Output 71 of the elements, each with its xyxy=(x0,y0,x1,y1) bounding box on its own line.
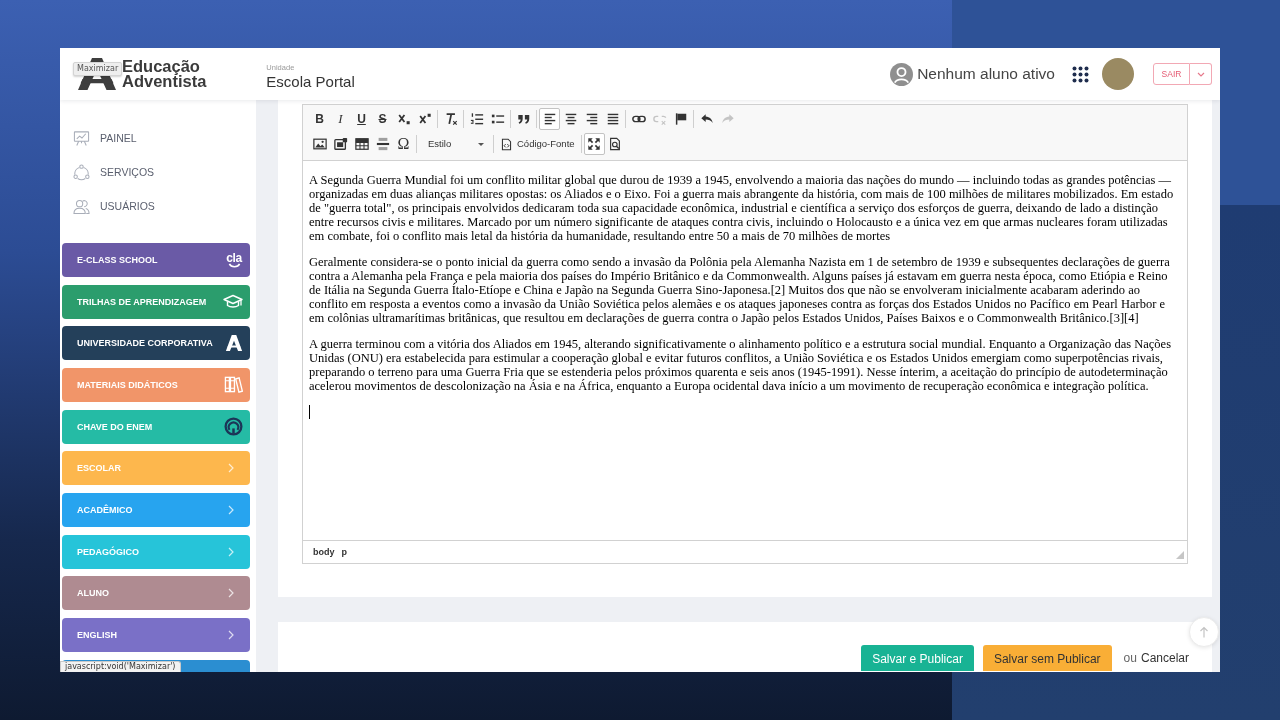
code-file-icon xyxy=(500,137,513,151)
books-icon xyxy=(224,375,243,395)
maximize-button[interactable] xyxy=(583,133,605,155)
path-item[interactable]: body xyxy=(313,546,335,558)
sidebar-link[interactable]: SERVIÇOS xyxy=(60,155,155,189)
sidebar-link[interactable]: USUÁRIOS xyxy=(60,189,155,223)
subscript-icon xyxy=(396,112,411,126)
style-dropdown[interactable]: Estilo xyxy=(419,133,491,155)
tooltip: Maximizar xyxy=(73,62,123,76)
bold-button[interactable]: B xyxy=(309,108,330,130)
or-text: ou xyxy=(1123,651,1137,665)
apps-grid-icon[interactable] xyxy=(1072,65,1089,83)
align-right-icon xyxy=(584,112,599,126)
student-status: Nenhum aluno ativo xyxy=(917,64,1055,84)
horizontal-rule-icon xyxy=(375,137,390,151)
paragraph: A guerra terminou com a vitória dos Aliados em 1945, alterando significativamente o alinhamento político e a estrutura social mundial. Enquanto a Organização das Nações Unidas (ONU) era estabelecida para estimular a cooperação global e evitar futuros conflitos, a União Soviética e os Estados Unidos emergiam como superpotências rivais, preparando o terreno para uma Guerra Fria que se estenderia pelos próximos quarenta e seis anos (1945-1991). Nesse ínterim, a aceitação do princípio de autodeterminação acelerou movimentos de descolonização na Ásia e na África, enquanto a Europa ocidental dava início a um movimento de recuperação econômica e integração política. xyxy=(309,337,1172,393)
sidebar-menu-item[interactable]: UNIVERSIDADE CORPORATIVA xyxy=(62,326,250,361)
align-left-icon xyxy=(542,112,557,126)
path-item[interactable]: p xyxy=(341,546,347,558)
align-left-button[interactable] xyxy=(539,108,560,130)
link-preview-tooltip: javascript:void('Maximizar') xyxy=(60,661,181,672)
logo-mark-icon xyxy=(225,334,243,353)
unit-name: Escola Portal xyxy=(266,73,355,91)
image-icon xyxy=(312,137,327,151)
presentation-chart-icon xyxy=(73,129,90,147)
graduation-cap-icon xyxy=(223,292,243,311)
arrow-up-icon xyxy=(1199,626,1209,638)
justify-icon xyxy=(605,112,620,126)
users-icon xyxy=(73,197,90,215)
logout-button[interactable]: SAIR xyxy=(1153,63,1190,85)
user-circle-icon[interactable] xyxy=(890,62,914,86)
cycle-icon xyxy=(73,163,90,181)
save-without-publish-button[interactable]: Salvar sem Publicar xyxy=(982,645,1112,671)
dropdown-toggle[interactable] xyxy=(1190,63,1212,85)
ring-icon xyxy=(224,417,243,437)
source-code-button[interactable]: Código-Fonte xyxy=(496,133,579,155)
resize-grip-icon[interactable] xyxy=(1176,551,1184,559)
sidebar-link[interactable]: PAINEL xyxy=(60,121,137,155)
chevron-right-icon xyxy=(228,463,234,474)
sidebar-menu-item[interactable]: E-CLASS SCHOOL cla xyxy=(62,243,250,277)
bulleted-list-icon xyxy=(490,112,505,126)
logo-wordmark[interactable]: Educação Adventista xyxy=(122,59,207,89)
paragraph: A Segunda Guerra Mundial foi um conflito militar global que durou de 1939 a 1945, envolvendo a maioria das nações do mundo — incluindo todas as grandes potências — organizadas em duas alianças militares opostas: os Aliados e o Eixo. Foi a guerra mais abrangente da história, com mais de 100 milhões de militares mobilizados. Em estado de "guerra total", os principais envolvidos dedicaram toda sua capacidade econômica, industrial e científica a serviço dos esforços de guerra, deixando de lado a distinção entre recursos civis e militares. Marcado por um número significante de ataques contra civis, incluindo o Holocausto e a única vez em que armas nucleares foram utilizadas em combate, foi o conflito mais letal da história da humanidade, resultando entre 50 a mais de 70 milhões de mortes xyxy=(309,173,1175,243)
underline-button[interactable]: U xyxy=(351,108,372,130)
maximize-icon xyxy=(587,137,602,151)
film-icon xyxy=(333,137,348,151)
chevron-right-icon xyxy=(228,504,234,515)
cancel-link[interactable]: Cancelar xyxy=(1140,651,1189,665)
quote-icon xyxy=(516,112,531,126)
paragraph: Geralmente considera-se o ponto inicial da guerra como sendo a invasão da Polônia pela Alemanha Nazista em 1 de setembro de 1939 e subsequentes declarações de guerra contra a Alemanha pela França e pela maioria dos países do Império Britânico e da Commonwealth. Alguns países já estavam em guerra nesta época, como Etiópia e Reino de Itália na Segunda Guerra Ítalo-Etíope e China e Japão na Segunda Guerra Sino-Japonesa.[2] Muitos dos que não se envolveram inicialmente acabaram aderindo ao conflito em resposta a eventos como a invasão da União Soviética pelos alemães e os ataques japoneses contra as forças dos Estados Unidos no Pacífico em Pearl Harbor e em colônias ultramarítimas britânicas, que resultou em declarações de guerra contra o Japão pelos Estados Unidos, Países Baixos e o Commonwealth Britânico.[3][4] xyxy=(309,255,1171,325)
text-cursor-icon xyxy=(309,405,310,419)
avatar-placeholder[interactable] xyxy=(1102,58,1134,90)
undo-icon xyxy=(699,112,714,126)
chevron-right-icon xyxy=(228,546,234,557)
align-center-icon xyxy=(563,112,578,126)
caret-down-icon xyxy=(478,142,484,146)
redo-icon xyxy=(720,112,735,126)
superscript-icon xyxy=(417,112,432,126)
logo-text: cla xyxy=(226,252,242,263)
flag-icon xyxy=(673,112,688,126)
caret-down-icon xyxy=(1196,71,1205,77)
smile-icon xyxy=(227,262,241,268)
preview-icon xyxy=(608,137,623,151)
italic-button[interactable]: I xyxy=(330,108,351,130)
strikethrough-button[interactable]: S xyxy=(372,108,393,130)
numbered-list-icon xyxy=(469,112,484,126)
table-icon xyxy=(354,137,369,151)
special-character-button[interactable]: Ω xyxy=(393,133,414,155)
chevron-right-icon xyxy=(228,629,234,640)
chevron-right-icon xyxy=(228,588,234,599)
sidebar-menu-item[interactable]: ENGLISH xyxy=(62,617,250,652)
